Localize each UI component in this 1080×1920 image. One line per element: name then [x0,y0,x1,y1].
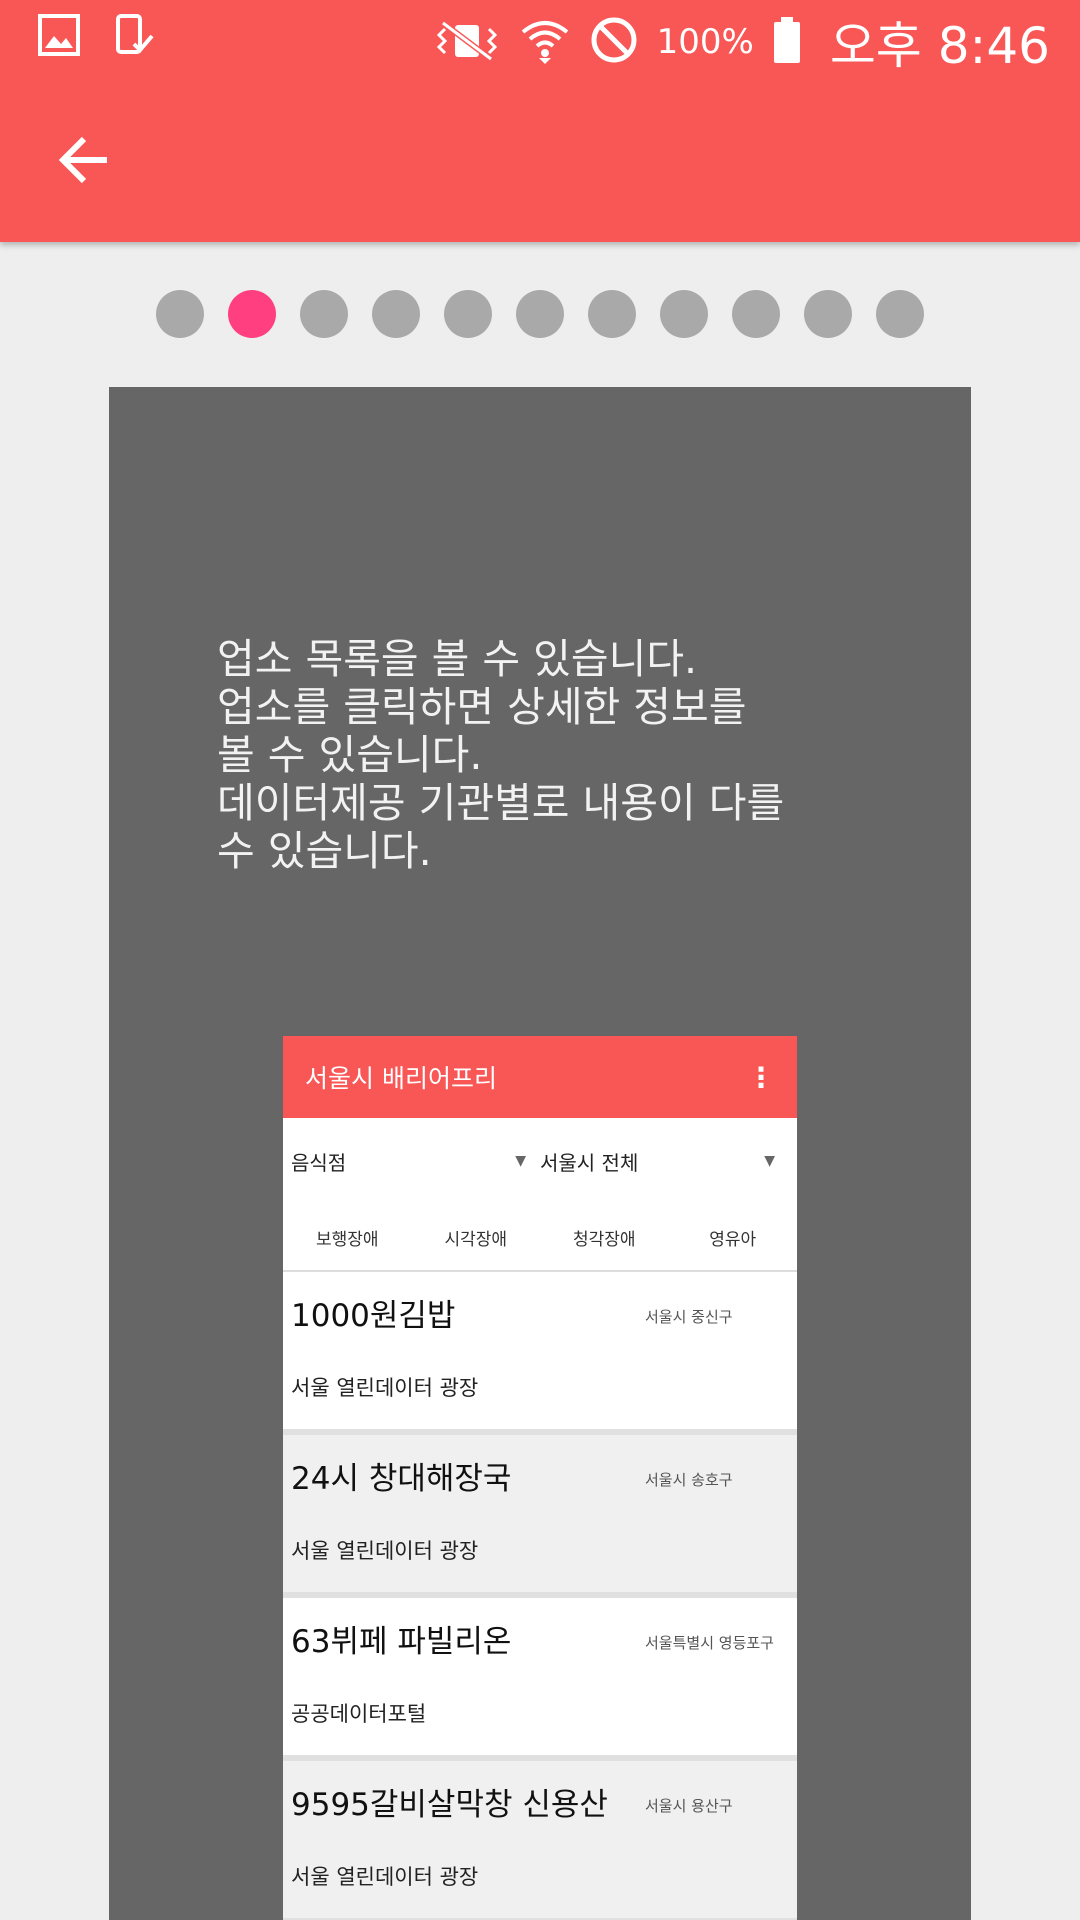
preview-item-source: 서울 열린데이터 광장 [291,1539,479,1563]
page-dot[interactable] [876,290,924,338]
preview-tab: 보행장애 [315,1229,379,1250]
page-dot[interactable] [804,290,852,338]
page-indicator [0,290,1080,340]
app-screenshot-preview: 서울시 배리어프리 ⋮ 음식점 ▼ 서울시 전체 ▼ 보행장애 시각장애 청각장… [283,1036,797,1920]
preview-tabs: 보행장애 시각장애 청각장애 영유아 [283,1204,797,1272]
preview-list-item: 24시 창대해장국 서울시 송호구 서울 열린데이터 광장 [283,1435,797,1598]
page-dot[interactable] [516,290,564,338]
more-vert-icon: ⋮ [747,1060,775,1094]
status-bar: 100% 오후 8:46 [0,0,1080,75]
preview-list-item: 9595갈비살막창 신용산 서울시 용산구 서울 열린데이터 광장 [283,1761,797,1920]
preview-tab: 청각장애 [572,1229,636,1250]
block-icon [589,15,639,69]
preview-item-source: 서울 열린데이터 광장 [291,1865,479,1889]
preview-list-item: 1000원김밥 서울시 중신구 서울 열린데이터 광장 [283,1272,797,1435]
app-header: 100% 오후 8:46 [0,0,1080,242]
preview-item-name: 9595갈비살막창 신용산 [291,1787,608,1823]
wifi-icon [519,14,571,70]
preview-region-select: 서울시 전체 ▼ [540,1147,789,1176]
preview-category-select: 음식점 ▼ [291,1147,540,1176]
page-dot[interactable] [588,290,636,338]
preview-item-area: 서울특별시 영등포구 [645,1634,774,1652]
image-icon [36,12,82,62]
preview-item-area: 서울시 중신구 [645,1308,733,1326]
preview-item-source: 서울 열린데이터 광장 [291,1376,479,1400]
preview-region-value: 서울시 전체 [540,1150,639,1175]
page-dot[interactable] [156,290,204,338]
clock: 오후 8:46 [829,17,1050,75]
preview-item-source: 공공데이터포털 [291,1702,427,1726]
preview-filters: 음식점 ▼ 서울시 전체 ▼ [283,1118,797,1204]
page-dot[interactable] [300,290,348,338]
preview-item-name: 1000원김밥 [291,1298,456,1334]
back-button[interactable] [52,128,116,192]
page-dot[interactable] [444,290,492,338]
preview-item-area: 서울시 송호구 [645,1471,733,1489]
preview-list: 1000원김밥 서울시 중신구 서울 열린데이터 광장 24시 창대해장국 서울… [283,1272,797,1920]
arrow-back-icon [58,136,107,184]
preview-title: 서울시 배리어프리 [305,1064,497,1093]
page-dot[interactable] [372,290,420,338]
preview-item-name: 63뷔페 파빌리온 [291,1624,512,1660]
preview-item-name: 24시 창대해장국 [291,1461,512,1497]
vibrate-mute-icon [433,15,501,69]
tutorial-text: 업소 목록을 볼 수 있습니다. 업소를 클릭하면 상세한 정보를 볼 수 있습… [217,635,785,875]
page-dot[interactable] [732,290,780,338]
caret-down-icon: ▼ [764,1153,775,1169]
preview-tab: 시각장애 [444,1229,508,1250]
caret-down-icon: ▼ [515,1153,526,1169]
tutorial-card[interactable]: 업소 목록을 볼 수 있습니다. 업소를 클릭하면 상세한 정보를 볼 수 있습… [109,387,971,1920]
page-dot-active[interactable] [228,290,276,338]
page-dot[interactable] [660,290,708,338]
phone-check-icon [110,12,156,62]
preview-app-bar: 서울시 배리어프리 ⋮ [283,1036,797,1118]
battery-percent: 100% [656,22,754,62]
preview-category-value: 음식점 [291,1150,347,1175]
preview-list-item: 63뷔페 파빌리온 서울특별시 영등포구 공공데이터포털 [283,1598,797,1761]
battery-icon [772,15,802,69]
preview-item-area: 서울시 용산구 [645,1797,733,1815]
preview-tab: 영유아 [709,1229,757,1250]
